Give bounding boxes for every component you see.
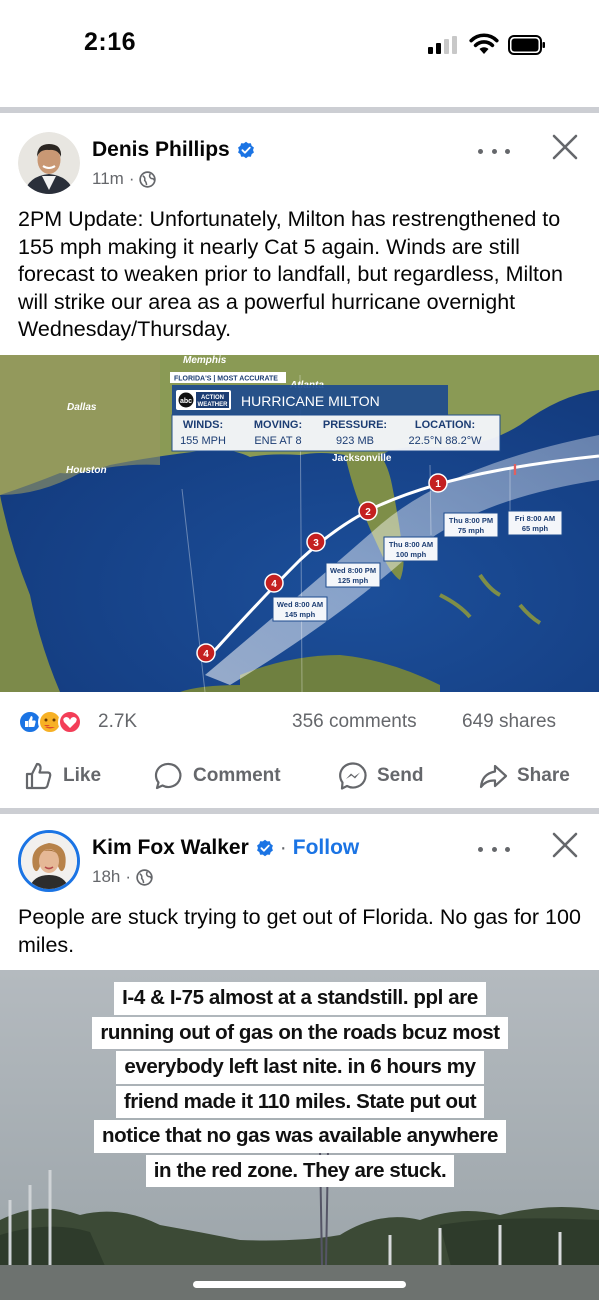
- overlay-line: notice that no gas was available anywher…: [93, 1120, 507, 1153]
- battery-icon: [508, 35, 545, 55]
- meta-separator: ·: [125, 867, 132, 886]
- forecast-time: Thu 8:00 PM: [449, 516, 493, 525]
- globe-icon: [136, 868, 153, 886]
- map-tag: FLORIDA'S | MOST ACCURATE: [174, 376, 278, 383]
- comments-count[interactable]: 356 comments: [292, 711, 417, 733]
- post-text: People are stuck trying to get out of Fl…: [18, 905, 581, 957]
- meta-separator: ·: [128, 169, 135, 188]
- post-header: Denis Phillips 11m ·: [0, 132, 599, 212]
- close-icon[interactable]: [550, 132, 580, 162]
- hurricane-category: 1: [435, 479, 441, 490]
- forecast-wind: 75 mph: [458, 526, 485, 535]
- post-time[interactable]: 11m: [92, 169, 124, 189]
- verified-badge-icon: [237, 141, 254, 159]
- home-indicator[interactable]: [193, 1281, 406, 1288]
- author-avatar[interactable]: [18, 830, 80, 892]
- map-banner-title: HURRICANE MILTON: [241, 393, 380, 409]
- map-stat-label: WINDS:: [183, 419, 223, 431]
- overlay-caption: I-4 & I-75 almost at a standstill. ppl a…: [50, 982, 550, 1189]
- overlay-line: running out of gas on the roads bcuz mos…: [92, 1016, 508, 1049]
- author-name[interactable]: Kim Fox Walker: [92, 836, 249, 860]
- post-meta: 18h ·: [92, 867, 153, 887]
- map-stat-value: 155 MPH: [180, 435, 226, 447]
- send-label: Send: [377, 765, 424, 786]
- author-name-row: Denis Phillips: [92, 138, 255, 162]
- like-icon: [25, 762, 52, 790]
- forecast-time: Thu 8:00 AM: [389, 540, 433, 549]
- forecast-wind: 100 mph: [396, 550, 427, 559]
- forecast-wind: 65 mph: [522, 524, 549, 533]
- overlay-line: I-4 & I-75 almost at a standstill. ppl a…: [114, 982, 486, 1015]
- hurricane-category: 3: [313, 538, 319, 549]
- like-button[interactable]: Like: [24, 756, 101, 796]
- forecast-time: Wed 8:00 AM: [277, 600, 323, 609]
- map-logo-action: ACTION: [201, 395, 224, 401]
- feed-divider: [0, 808, 599, 814]
- map-logo-abc: abc: [180, 398, 192, 405]
- forecast-wind: 145 mph: [285, 610, 316, 619]
- map-city-houston: Houston: [66, 465, 107, 476]
- like-label: Like: [63, 765, 102, 786]
- feed-divider: [0, 107, 599, 113]
- map-stat-label: LOCATION:: [415, 419, 475, 431]
- shares-count[interactable]: 649 shares: [462, 711, 556, 733]
- hurricane-category: 4: [271, 579, 277, 590]
- hurricane-category: 4: [203, 649, 209, 660]
- post-text: 2PM Update: Unfortunately, Milton has re…: [18, 207, 563, 341]
- overlay-line: friend made it 110 miles. State put out: [115, 1085, 485, 1118]
- status-time: 2:16: [84, 28, 137, 56]
- hurricane-map-image[interactable]: Memphis Atlanta Dallas Houston Jacksonvi…: [0, 355, 599, 692]
- author-avatar[interactable]: [18, 132, 80, 194]
- forecast-time: Fri 8:00 AM: [515, 514, 555, 523]
- cellular-signal-icon: [428, 36, 462, 54]
- hurricane-category: 2: [365, 507, 371, 518]
- more-options-icon[interactable]: [478, 840, 510, 858]
- map-stat-value: 923 MB: [336, 435, 374, 447]
- map-city-jacksonville: Jacksonville: [332, 453, 392, 464]
- more-options-icon[interactable]: [478, 142, 510, 160]
- overlay-line: everybody left last nite. in 6 hours my: [116, 1051, 484, 1084]
- status-bar: 2:16: [0, 0, 599, 100]
- wifi-icon: [469, 33, 499, 54]
- verified-badge-icon: [256, 839, 273, 857]
- reactions-icon[interactable]: [18, 710, 94, 734]
- messenger-icon: [339, 762, 367, 790]
- map-stat-label: MOVING:: [254, 419, 302, 431]
- comment-button[interactable]: Comment: [154, 756, 281, 796]
- map-stat-value: 22.5°N 88.2°W: [409, 435, 483, 447]
- share-button[interactable]: Share: [478, 756, 570, 796]
- map-stat-label: PRESSURE:: [323, 419, 387, 431]
- map-city-dallas: Dallas: [67, 402, 97, 413]
- map-stat-value: ENE AT 8: [254, 435, 301, 447]
- close-icon[interactable]: [550, 830, 580, 860]
- comment-label: Comment: [193, 765, 281, 786]
- follow-button[interactable]: Follow: [293, 836, 360, 860]
- overlay-line: in the red zone. They are stuck.: [145, 1154, 455, 1187]
- share-icon: [479, 764, 508, 789]
- forecast-time: Wed 8:00 PM: [330, 566, 376, 575]
- traffic-photo[interactable]: I-4 & I-75 almost at a standstill. ppl a…: [0, 970, 599, 1300]
- map-logo-weather: WEATHER: [198, 402, 229, 408]
- post-header: Kim Fox Walker · Follow 18h ·: [0, 830, 599, 910]
- engagement-stats: 2.7K 356 comments 649 shares: [0, 708, 599, 736]
- author-name[interactable]: Denis Phillips: [92, 138, 230, 162]
- tropical-storm-marker: I: [513, 462, 517, 479]
- comment-icon: [154, 762, 182, 790]
- reaction-count[interactable]: 2.7K: [98, 711, 137, 733]
- post-actions: Like Comment Send Share: [0, 756, 599, 796]
- post-meta: 11m ·: [92, 169, 157, 189]
- post-time[interactable]: 18h: [92, 867, 120, 887]
- share-label: Share: [517, 765, 570, 786]
- map-city-memphis: Memphis: [183, 355, 227, 366]
- author-name-row: Kim Fox Walker · Follow: [92, 836, 359, 860]
- send-button[interactable]: Send: [338, 756, 423, 796]
- follow-separator: ·: [279, 836, 287, 859]
- globe-icon: [139, 170, 157, 188]
- forecast-wind: 125 mph: [338, 576, 369, 585]
